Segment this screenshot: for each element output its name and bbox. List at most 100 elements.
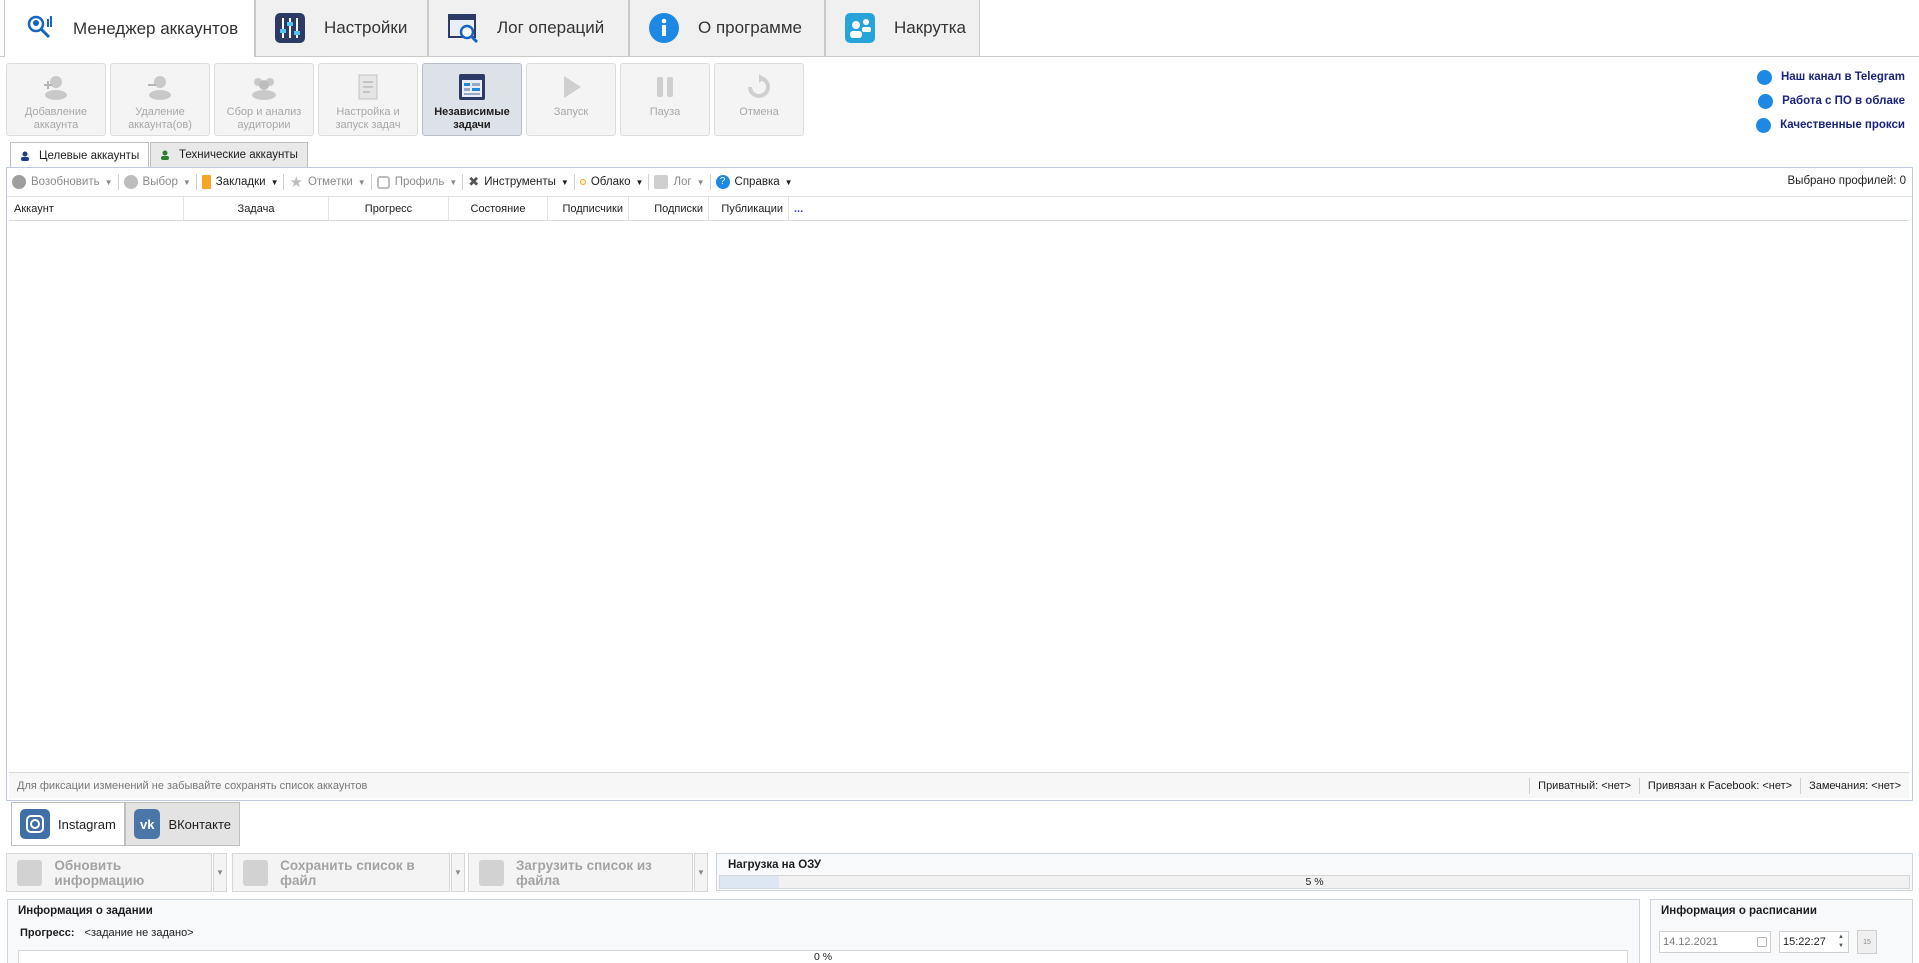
- selected-profiles-count: Выбрано профилей: 0: [1787, 175, 1906, 187]
- tools-menu[interactable]: ✖ Инструменты ▼: [463, 168, 574, 197]
- ram-load-panel: Нагрузка на ОЗУ 5 %: [716, 853, 1913, 891]
- select-menu[interactable]: Выбор ▼: [119, 168, 196, 197]
- load-list-dropdown[interactable]: ▼: [694, 853, 708, 892]
- sliders-icon: [274, 12, 306, 44]
- log-label: Лог: [673, 176, 692, 188]
- technical-account-icon: [161, 150, 169, 160]
- time-spinner[interactable]: ▲ ▼: [1835, 933, 1847, 951]
- save-list-button[interactable]: Сохранить список в файл: [232, 853, 450, 892]
- tab-account-manager[interactable]: Менеджер аккаунтов: [4, 0, 255, 58]
- ram-load-value: 5 %: [1305, 876, 1324, 888]
- audience-analysis-button[interactable]: Сбор и анализ аудитории: [214, 63, 314, 136]
- tab-technical-accounts[interactable]: Технические аккаунты: [150, 142, 308, 168]
- promo-links: Наш канал в Telegram Работа с ПО в облак…: [1756, 65, 1905, 137]
- task-progress-label: Прогресс:: [20, 927, 75, 939]
- target-account-icon: [21, 151, 29, 161]
- cancel-label: Отмена: [739, 106, 779, 118]
- remove-account-button[interactable]: Удаление аккаунта(ов): [110, 63, 210, 136]
- task-setup-button[interactable]: Настройка и запуск задач: [318, 63, 418, 136]
- task-info-title: Информация о задании: [18, 905, 153, 917]
- refresh-info-button[interactable]: Обновить информацию: [6, 853, 212, 892]
- help-label: Справка: [734, 176, 780, 188]
- help-menu[interactable]: ? Справка ▼: [711, 168, 798, 197]
- cloud-menu[interactable]: Облако ▼: [575, 168, 649, 197]
- ram-load-title: Нагрузка на ОЗУ: [728, 859, 822, 871]
- tab-about[interactable]: О программе: [629, 0, 825, 57]
- column-header-followers[interactable]: Подписчики: [548, 197, 629, 221]
- column-chooser[interactable]: ...: [789, 197, 819, 221]
- save-list-dropdown[interactable]: ▼: [451, 853, 465, 892]
- task-info-panel: Информация о задании Прогресс: <задание н…: [7, 899, 1640, 963]
- task-setup-label: Настройка и запуск задач: [335, 106, 401, 131]
- tab-instagram-label: Instagram: [58, 816, 116, 832]
- instagram-icon: [20, 809, 50, 839]
- tab-target-accounts-label: Целевые аккаунты: [39, 149, 140, 162]
- pause-button[interactable]: Пауза: [620, 63, 710, 136]
- column-header-following[interactable]: Подписки: [629, 197, 709, 221]
- cloud-work-label: Работа с ПО в облаке: [1782, 95, 1905, 107]
- column-header-progress[interactable]: Прогресс: [329, 197, 449, 221]
- schedule-panel: Информация о расписании 14.12.2021 15:22…: [1650, 899, 1913, 963]
- refresh-info-dropdown[interactable]: ▼: [213, 853, 227, 892]
- start-button[interactable]: Запуск: [526, 63, 616, 136]
- telegram-channel-link[interactable]: Наш канал в Telegram: [1756, 65, 1905, 89]
- private-status: Приватный: <нет>: [1529, 777, 1639, 794]
- chevron-down-icon: ▼: [784, 177, 793, 187]
- tab-account-manager-label: Менеджер аккаунтов: [73, 18, 239, 38]
- independent-tasks-button[interactable]: Независимые задачи: [422, 63, 522, 136]
- chevron-down-icon: ▼: [270, 177, 279, 187]
- chevron-down-icon: ▼: [449, 177, 458, 187]
- cloud-work-link[interactable]: Работа с ПО в облаке: [1756, 89, 1905, 113]
- floppy-icon: [243, 859, 269, 886]
- accounts-grid-body[interactable]: [9, 222, 1909, 770]
- tab-about-label: О программе: [698, 18, 803, 37]
- chevron-down-icon: ▼: [182, 177, 191, 187]
- schedule-date-value: 14.12.2021: [1663, 936, 1719, 948]
- tools-icon: ✖: [468, 174, 480, 189]
- schedule-title: Информация о расписании: [1661, 905, 1817, 917]
- chevron-down-icon: ▼: [357, 177, 366, 187]
- cancel-button[interactable]: Отмена: [714, 63, 804, 136]
- audience-analysis-label: Сбор и анализ аудитории: [226, 106, 302, 131]
- tab-boost[interactable]: Накрутка: [825, 0, 980, 57]
- telegram-icon: [1756, 69, 1772, 85]
- accounts-toolbar: Возобновить ▼ Выбор ▼ Закладки ▼ ★ Отметки ▼ …: [7, 168, 1912, 197]
- bookmarks-label: Закладки: [215, 176, 266, 188]
- refresh-info-label: Обновить информацию: [54, 857, 145, 888]
- log-menu[interactable]: Лог ▼: [649, 168, 709, 197]
- column-header-task[interactable]: Задача: [184, 197, 329, 221]
- load-list-button[interactable]: Загрузить список из файла: [468, 853, 693, 892]
- bookmarks-menu[interactable]: Закладки ▼: [197, 168, 284, 197]
- column-header-account[interactable]: Аккаунт: [9, 197, 184, 221]
- tab-operations-log[interactable]: Лог операций: [428, 0, 629, 57]
- calendar-dropdown-icon[interactable]: [1757, 937, 1767, 947]
- pause-label: Пауза: [649, 106, 681, 118]
- tab-settings[interactable]: Настройки: [255, 0, 428, 57]
- resume-menu[interactable]: Возобновить ▼: [7, 168, 118, 197]
- schedule-date-field[interactable]: 14.12.2021: [1659, 931, 1771, 953]
- calendar-button[interactable]: 15: [1857, 930, 1877, 954]
- task-progress-value: <задание не задано>: [84, 927, 194, 939]
- independent-tasks-label: Независимые задачи: [434, 106, 510, 131]
- remove-account-icon: [144, 72, 176, 102]
- accounts-grid-header: Аккаунт Задача Прогресс Состояние Подпис…: [9, 197, 1909, 221]
- tab-instagram[interactable]: Instagram: [11, 802, 125, 846]
- ram-load-bar: 5 %: [719, 875, 1910, 889]
- chevron-down-icon: ▼: [560, 177, 569, 187]
- profile-menu[interactable]: Профиль ▼: [372, 168, 463, 197]
- column-header-state[interactable]: Состояние: [449, 197, 548, 221]
- add-account-button[interactable]: Добавление аккаунта: [6, 63, 106, 136]
- boost-people-icon: [844, 12, 876, 44]
- refresh-icon: [17, 859, 43, 886]
- tab-vkontakte[interactable]: vk ВКонтакте: [125, 802, 240, 846]
- save-reminder-text: Для фиксации изменений не забывайте сохр…: [17, 779, 368, 792]
- tab-target-accounts[interactable]: Целевые аккаунты: [10, 142, 149, 169]
- save-list-label: Сохранить список в файл: [280, 857, 415, 888]
- proxies-link[interactable]: Качественные прокси: [1756, 113, 1905, 137]
- schedule-time-field[interactable]: 15:22:27 ▲ ▼: [1779, 931, 1849, 953]
- column-header-posts[interactable]: Публикации: [709, 197, 789, 221]
- independent-tasks-icon: [456, 72, 488, 102]
- marks-label: Отметки: [307, 176, 353, 188]
- chevron-down-icon: ▼: [104, 177, 113, 187]
- marks-menu[interactable]: ★ Отметки ▼: [284, 168, 370, 197]
